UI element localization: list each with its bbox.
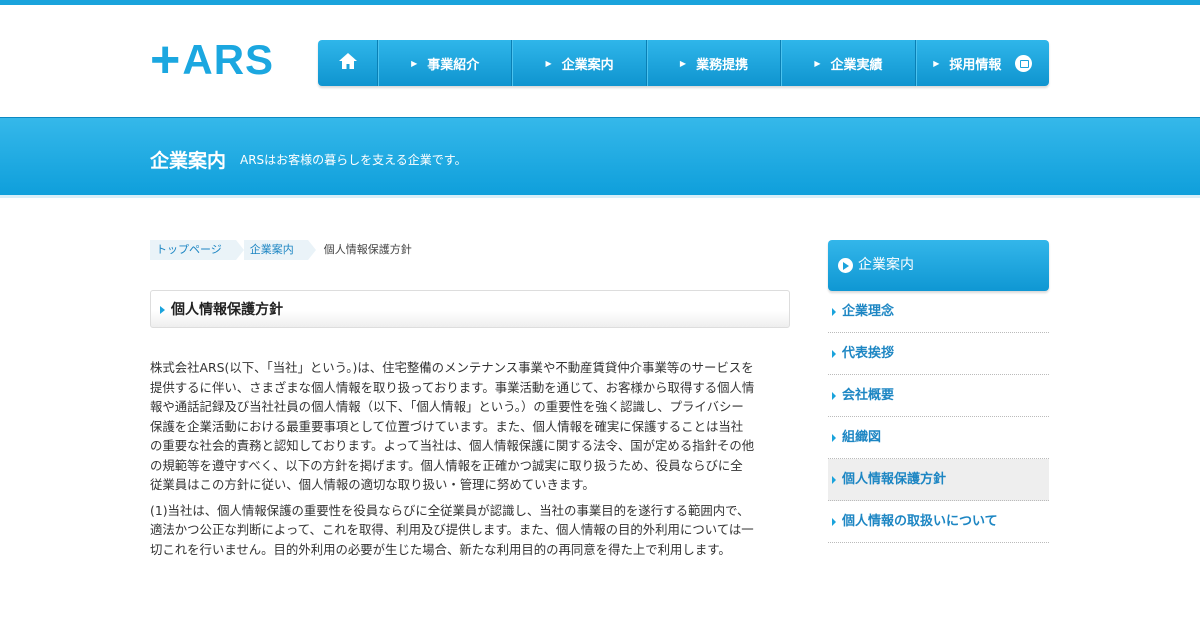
nav-item-business[interactable]: ▶ 事業紹介 [378, 40, 513, 86]
page-subtitle: ARSはお客様の暮らしを支える企業です。 [240, 153, 467, 167]
circle-arrow-icon [838, 258, 853, 273]
breadcrumb-home[interactable]: トップページ [150, 240, 244, 260]
external-link-icon [1015, 54, 1033, 72]
logo-plus: + [150, 31, 181, 89]
global-nav: ▶ 事業紹介 ▶ 企業案内 ▶ 業務提携 ▶ 企業実績 ▶ 採用情報 [318, 40, 1049, 86]
sidebar-menu: 企業理念 代表挨拶 会社概要 組織図 個人情報保護方針 個人情報の取扱いについて [828, 291, 1049, 543]
chevron-right-icon: ▶ [411, 58, 418, 68]
nav-home[interactable] [318, 40, 378, 86]
logo-text: ARS [182, 36, 275, 83]
page-title: 企業案内 [150, 150, 227, 172]
sidebar-heading-label: 企業案内 [858, 257, 914, 273]
top-accent-bar [0, 0, 1200, 5]
page-hero: 企業案内 ARSはお客様の暮らしを支える企業です。 [0, 117, 1200, 198]
sidebar-heading[interactable]: 企業案内 [828, 240, 1049, 291]
nav-item-partnership[interactable]: ▶ 業務提携 [646, 40, 782, 86]
sidebar-item-greeting[interactable]: 代表挨拶 [828, 333, 1049, 375]
chevron-right-icon: ▶ [545, 58, 552, 68]
sidebar-item-privacy-policy[interactable]: 個人情報保護方針 [828, 459, 1049, 501]
chevron-right-icon: ▶ [933, 58, 940, 68]
nav-item-company[interactable]: ▶ 企業案内 [512, 40, 647, 86]
ars-logo[interactable]: + ARS [150, 31, 275, 89]
breadcrumb: トップページ 企業案内 個人情報保護方針 [150, 240, 412, 260]
chevron-right-icon: ▶ [679, 58, 687, 68]
sidebar-item-philosophy[interactable]: 企業理念 [828, 291, 1049, 333]
section-title: 個人情報保護方針 [150, 290, 790, 328]
sidebar-item-org-chart[interactable]: 組織図 [828, 417, 1049, 459]
sidebar-item-overview[interactable]: 会社概要 [828, 375, 1049, 417]
nav-item-achievements[interactable]: ▶ 企業実績 [781, 40, 916, 86]
nav-item-label: 企業案内 [561, 57, 614, 73]
nav-item-recruit[interactable]: ▶ 採用情報 [915, 40, 1049, 86]
nav-item-label: 採用情報 [949, 57, 1002, 73]
chevron-right-icon: ▶ [814, 58, 821, 68]
policy-paragraph: 株式会社ARS(以下、「当社」という。)は、住宅整備のメンテナンス事業や不動産賃… [150, 360, 755, 492]
nav-item-label: 業務提携 [696, 57, 749, 73]
sidebar-item-privacy-handling[interactable]: 個人情報の取扱いについて [828, 501, 1049, 543]
policy-body: 株式会社ARS(以下、「当社」という。)は、住宅整備のメンテナンス事業や不動産賃… [150, 358, 755, 565]
home-icon [338, 51, 358, 75]
nav-item-label: 事業紹介 [427, 57, 480, 73]
nav-item-label: 企業実績 [830, 57, 883, 73]
policy-paragraph: (1)当社は、個人情報保護の重要性を役員ならびに全従業員が認識し、当社の事業目的… [150, 502, 754, 557]
breadcrumb-current: 個人情報保護方針 [323, 243, 412, 256]
breadcrumb-company[interactable]: 企業案内 [243, 240, 316, 260]
